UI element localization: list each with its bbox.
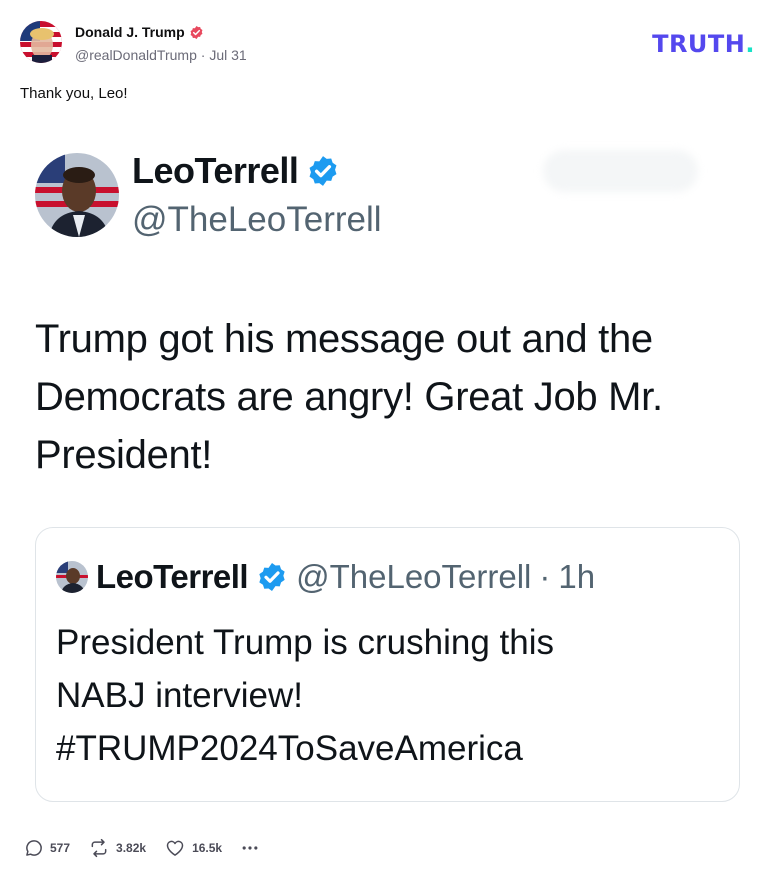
- quoted-line: #TRUMP2024ToSaveAmerica: [56, 729, 523, 768]
- quoted-author-handle: @TheLeoTerrell: [296, 558, 532, 595]
- post-date[interactable]: Jul 31: [209, 47, 246, 63]
- post-text: Thank you, Leo!: [20, 85, 128, 102]
- like-button[interactable]: 16.5k: [164, 838, 222, 858]
- retruth-icon: [91, 838, 107, 858]
- retruth-button[interactable]: 3.82k: [88, 838, 146, 858]
- embed-author-handle: @TheLeoTerrell: [132, 200, 382, 239]
- quoted-separator: ·: [539, 558, 551, 595]
- retruth-count: 3.82k: [116, 841, 147, 855]
- heart-icon: [166, 840, 184, 856]
- truth-post: Donald J. Trump @realDonaldTrump · Jul 3…: [0, 0, 777, 880]
- author-avatar[interactable]: [20, 21, 62, 63]
- author-name[interactable]: Donald J. Trump: [75, 24, 204, 40]
- embed-author-name: LeoTerrell: [132, 150, 340, 192]
- quoted-tweet: LeoTerrell @TheLeoTerrell · 1h President T…: [35, 527, 740, 802]
- embed-author-name-label: LeoTerrell: [132, 150, 299, 191]
- verified-badge-icon: [259, 563, 285, 591]
- truth-logo[interactable]: TRUTH.: [652, 30, 755, 58]
- quoted-author-name: LeoTerrell: [96, 558, 249, 595]
- action-bar: 577 3.82k 16.5k: [24, 838, 260, 858]
- more-icon: [242, 846, 258, 850]
- embed-tweet-text: Trump got his message out and the Democr…: [35, 317, 663, 477]
- reply-icon: [26, 840, 42, 856]
- reply-button[interactable]: 577: [24, 838, 70, 858]
- like-count: 16.5k: [192, 841, 223, 855]
- brand-word: TRUTH: [652, 30, 746, 58]
- quoted-avatar: [56, 561, 88, 593]
- brand-dot: .: [745, 30, 755, 58]
- reply-count: 577: [50, 841, 71, 855]
- author-handle[interactable]: @realDonaldTrump: [75, 47, 197, 63]
- verified-badge-icon: [309, 156, 337, 186]
- quoted-line: NABJ interview!: [56, 676, 304, 715]
- quoted-tweet-header: LeoTerrell @TheLeoTerrell · 1h: [56, 558, 595, 596]
- quoted-tweet-text: President Trump is crushing this NABJ in…: [56, 616, 716, 775]
- more-button[interactable]: [240, 838, 260, 858]
- verified-badge-icon: [190, 25, 203, 39]
- author-name-label: Donald J. Trump: [75, 24, 185, 40]
- embedded-image[interactable]: LeoTerrell @TheLeoTerrell Trump got his …: [20, 130, 757, 820]
- embed-avatar: [35, 153, 119, 237]
- author-meta: @realDonaldTrump · Jul 31: [75, 47, 247, 63]
- blurred-follow-button: [543, 150, 698, 192]
- quoted-time: 1h: [558, 558, 596, 595]
- meta-separator: ·: [200, 47, 206, 63]
- quoted-line: President Trump is crushing this: [56, 623, 554, 662]
